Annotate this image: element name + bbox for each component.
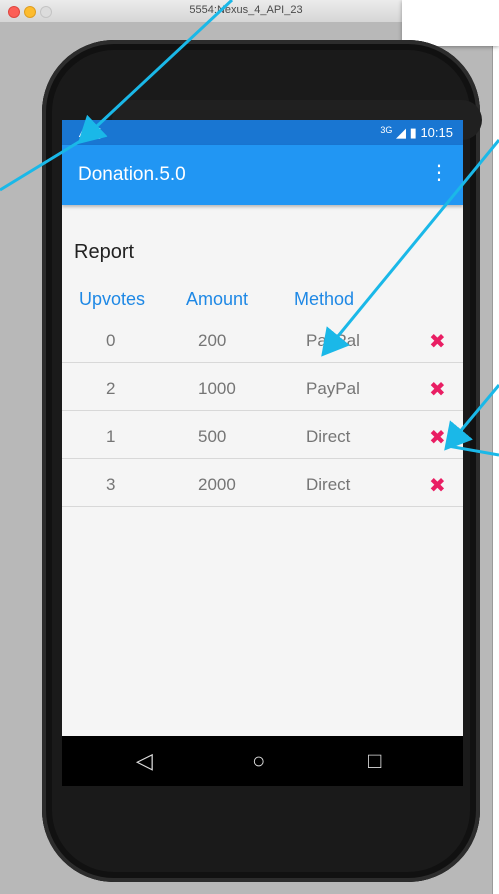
page-title: Report: [74, 241, 135, 263]
battery-icon: ▮: [409, 125, 417, 140]
app-bar: Donation.5.0 ⋮: [62, 145, 463, 205]
amount-cell: 2000: [198, 475, 236, 494]
overflow-menu-icon[interactable]: ⋮: [429, 161, 449, 185]
upvotes-cell: 0: [106, 331, 116, 350]
home-icon[interactable]: ○: [252, 748, 265, 774]
delete-icon[interactable]: ✖: [429, 377, 446, 402]
device-screen: ▲ ▮ 3G ◢ ▮ 10:15 Donation.5.0 ⋮ Report U…: [62, 120, 463, 786]
status-right: 3G ◢ ▮ 10:15: [380, 125, 453, 141]
clock: 10:15: [420, 125, 453, 140]
delete-icon[interactable]: ✖: [429, 473, 446, 498]
status-bar: ▲ ▮ 3G ◢ ▮ 10:15: [62, 120, 463, 145]
method-cell: PayPal: [306, 379, 360, 398]
sd-card-icon: ▮: [93, 124, 102, 140]
delete-icon[interactable]: ✖: [429, 329, 446, 354]
column-header-amount: Amount: [186, 289, 249, 309]
upvotes-cell: 2: [106, 379, 116, 398]
method-cell: PayPal: [306, 331, 360, 350]
navigation-bar: ◁ ○ □: [62, 736, 463, 786]
floating-panel: [402, 0, 499, 46]
network-type: 3G: [380, 125, 393, 135]
method-cell: Direct: [306, 475, 351, 494]
amount-cell: 1000: [198, 379, 236, 398]
recent-apps-icon[interactable]: □: [368, 748, 381, 774]
delete-icon[interactable]: ✖: [429, 425, 446, 450]
table-row[interactable]: 1 500 Direct ✖: [62, 410, 463, 459]
upvotes-cell: 1: [106, 427, 116, 446]
amount-cell: 200: [198, 331, 227, 350]
table-row[interactable]: 0 200 PayPal ✖: [62, 314, 463, 363]
upvotes-cell: 3: [106, 475, 116, 494]
notification-icons: ▲ ▮: [76, 124, 101, 141]
signal-icon: ◢: [396, 125, 407, 140]
table-row[interactable]: 3 2000 Direct ✖: [62, 458, 463, 507]
method-cell: Direct: [306, 427, 351, 446]
column-header-upvotes: Upvotes: [79, 289, 146, 309]
app-title: Donation.5.0: [78, 164, 186, 185]
back-icon[interactable]: ◁: [136, 748, 153, 774]
amount-cell: 500: [198, 427, 227, 446]
warning-icon: ▲: [76, 124, 90, 140]
table-row[interactable]: 2 1000 PayPal ✖: [62, 362, 463, 411]
column-header-method: Method: [294, 289, 355, 309]
